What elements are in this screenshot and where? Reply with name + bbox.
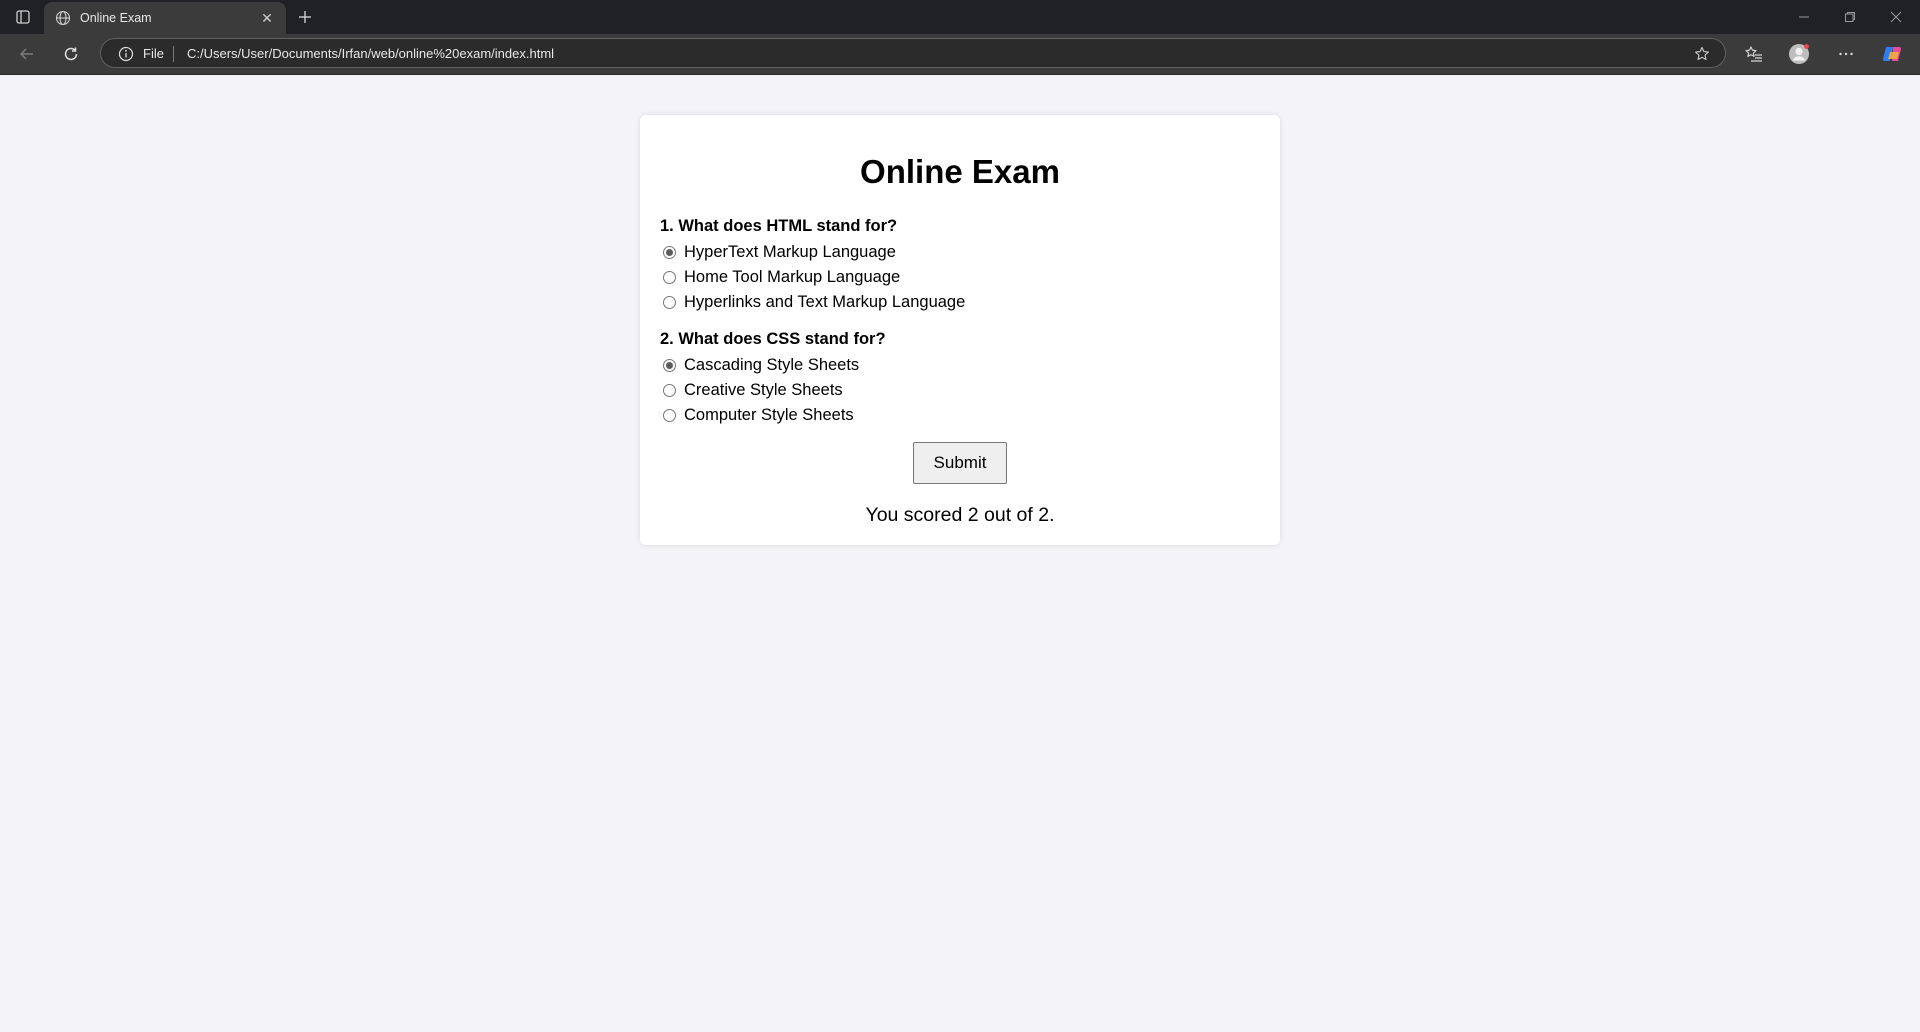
address-bar[interactable]: File C:/Users/User/Documents/Irfan/web/o… <box>100 38 1726 68</box>
tab-strip: Online Exam ✕ <box>0 0 1920 34</box>
radio-button[interactable] <box>663 246 676 259</box>
option-label: Creative Style Sheets <box>684 381 843 399</box>
option-css-3[interactable]: Computer Style Sheets <box>660 403 1260 428</box>
option-label: Home Tool Markup Language <box>684 268 901 286</box>
option-css-2[interactable]: Creative Style Sheets <box>660 378 1260 403</box>
radio-button[interactable] <box>663 384 676 397</box>
browser-toolbar: File C:/Users/User/Documents/Irfan/web/o… <box>0 34 1920 75</box>
close-icon[interactable]: ✕ <box>256 7 278 29</box>
window-close-icon[interactable] <box>1873 0 1919 34</box>
option-label: Computer Style Sheets <box>684 406 854 424</box>
more-icon[interactable] <box>1830 39 1862 69</box>
option-html-3[interactable]: Hyperlinks and Text Markup Language <box>660 290 1260 315</box>
option-html-2[interactable]: Home Tool Markup Language <box>660 265 1260 290</box>
option-label: Cascading Style Sheets <box>684 356 860 374</box>
submit-row: Submit <box>660 442 1260 484</box>
minimize-icon[interactable] <box>1781 0 1827 34</box>
option-label: Hyperlinks and Text Markup Language <box>684 293 966 311</box>
favorites-icon[interactable] <box>1738 39 1770 69</box>
question-text: 1. What does HTML stand for? <box>660 217 898 235</box>
option-css-1[interactable]: Cascading Style Sheets <box>660 353 1260 378</box>
exam-card: Online Exam 1. What does HTML stand for?… <box>640 115 1280 545</box>
info-icon[interactable] <box>117 45 135 63</box>
tab-title: Online Exam <box>80 11 152 25</box>
divider <box>173 46 174 62</box>
question-2: 2. What does CSS stand for? Cascading St… <box>660 329 1260 428</box>
copilot-icon[interactable] <box>1877 39 1909 69</box>
radio-button[interactable] <box>663 271 676 284</box>
option-html-1[interactable]: HyperText Markup Language <box>660 240 1260 265</box>
radio-button[interactable] <box>663 409 676 422</box>
restore-icon[interactable] <box>1827 0 1873 34</box>
url-text[interactable]: C:/Users/User/Documents/Irfan/web/online… <box>187 46 554 61</box>
plus-icon[interactable] <box>294 6 316 28</box>
back-icon[interactable] <box>11 39 43 69</box>
browser-tab[interactable]: Online Exam ✕ <box>44 2 286 34</box>
question-text: 2. What does CSS stand for? <box>660 330 886 348</box>
star-icon[interactable] <box>1693 45 1711 63</box>
option-label: HyperText Markup Language <box>684 243 896 261</box>
score-result: You scored 2 out of 2. <box>865 504 1055 526</box>
page-title: Online Exam <box>860 153 1060 190</box>
radio-button[interactable] <box>663 359 676 372</box>
question-1: 1. What does HTML stand for? HyperText M… <box>660 216 1260 315</box>
refresh-icon[interactable] <box>55 39 87 69</box>
globe-icon <box>54 9 72 27</box>
radio-button[interactable] <box>663 296 676 309</box>
tab-actions-icon[interactable] <box>10 6 36 28</box>
url-scheme: File <box>143 46 164 61</box>
submit-button[interactable]: Submit <box>913 442 1007 484</box>
profile-icon[interactable] <box>1783 39 1815 69</box>
